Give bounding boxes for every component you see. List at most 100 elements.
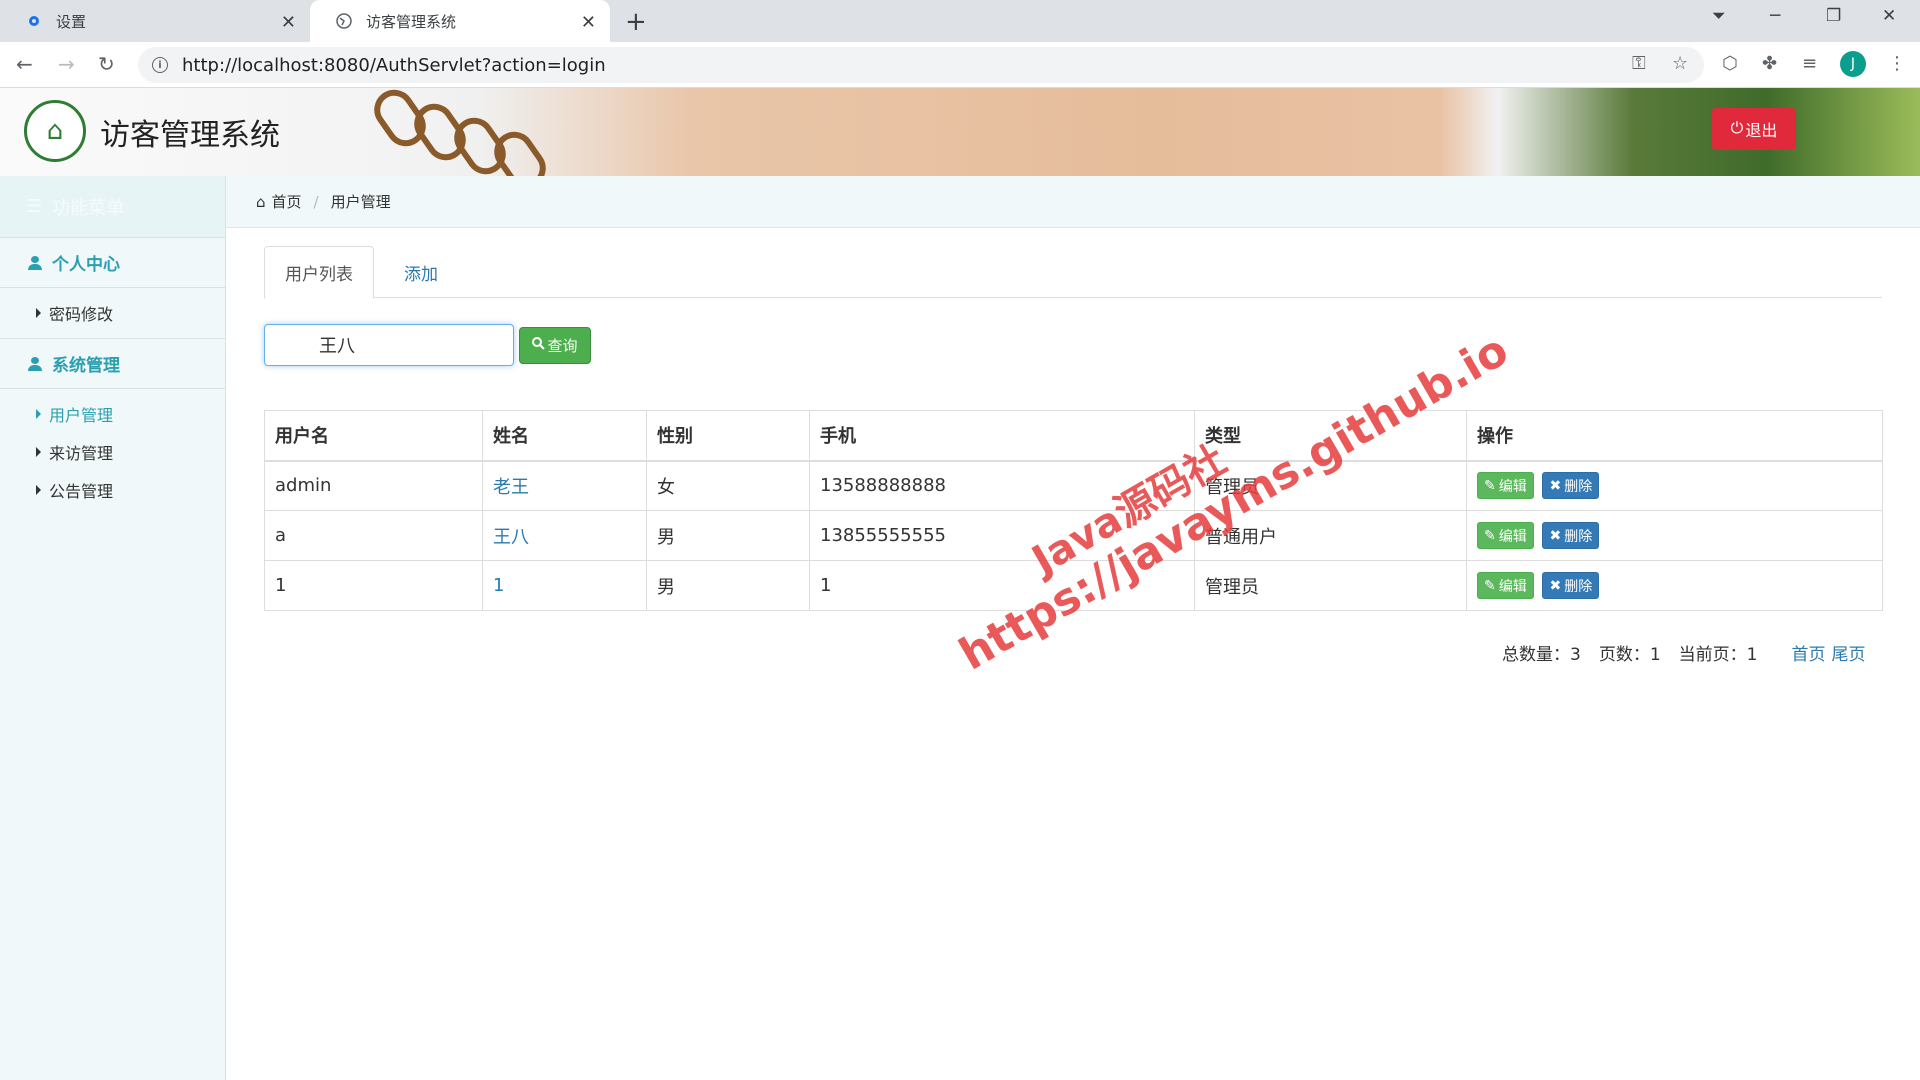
search-button[interactable]: 查询 bbox=[519, 327, 591, 364]
reload-icon[interactable]: ↻ bbox=[98, 52, 115, 76]
search-input[interactable] bbox=[264, 324, 514, 366]
tab-add[interactable]: 添加 bbox=[376, 246, 466, 299]
cell-name-link[interactable]: 王八 bbox=[482, 510, 647, 561]
sidebar-list: 密码修改 bbox=[0, 288, 225, 339]
close-icon[interactable]: ✕ bbox=[281, 12, 296, 33]
search-button-label: 查询 bbox=[547, 338, 578, 355]
user-icon bbox=[28, 356, 42, 371]
caret-right-icon bbox=[36, 409, 41, 419]
pencil-icon: ✎ bbox=[1484, 577, 1496, 594]
sidebar-item-notices[interactable]: 公告管理 bbox=[0, 471, 225, 509]
pagination-total: 总数量：3 bbox=[1502, 645, 1581, 665]
back-icon[interactable]: ← bbox=[16, 52, 33, 76]
table-row: 1 1 男 1 管理员 ✎ 编辑 ✖ 删除 bbox=[264, 560, 1883, 611]
app-header: ⌂ 访客管理系统 ⏻ 退出 bbox=[0, 88, 1920, 176]
puzzle-icon[interactable]: ✤ bbox=[1762, 53, 1777, 74]
new-tab-icon[interactable]: + bbox=[625, 7, 647, 37]
cell-gender: 男 bbox=[646, 560, 810, 611]
sidebar-item-label: 来访管理 bbox=[49, 444, 114, 463]
tab-user-list[interactable]: 用户列表 bbox=[264, 246, 374, 299]
table-row: a 王八 男 13855555555 普通用户 ✎ 编辑 ✖ 删除 bbox=[264, 510, 1883, 561]
sidebar-group-label: 系统管理 bbox=[52, 356, 120, 376]
logout-button[interactable]: ⏻ 退出 bbox=[1712, 108, 1796, 150]
delete-button[interactable]: ✖ 删除 bbox=[1542, 522, 1600, 549]
info-icon[interactable]: i bbox=[152, 57, 168, 73]
breadcrumb-separator: / bbox=[313, 192, 319, 211]
cell-username: admin bbox=[264, 460, 483, 511]
pagination-pages: 页数：1 bbox=[1598, 645, 1661, 665]
column-header: 姓名 bbox=[482, 410, 647, 462]
remove-icon: ✖ bbox=[1549, 477, 1562, 494]
gear-icon bbox=[26, 13, 42, 29]
forward-icon[interactable]: → bbox=[58, 52, 75, 76]
column-header: 手机 bbox=[809, 410, 1195, 462]
column-header: 性别 bbox=[646, 410, 810, 462]
logo-icon: ⌂ bbox=[24, 100, 86, 162]
edit-label: 编辑 bbox=[1498, 478, 1527, 495]
cell-gender: 男 bbox=[646, 510, 810, 561]
window-close-icon[interactable]: ✕ bbox=[1882, 6, 1896, 26]
app-title: 访客管理系统 bbox=[100, 118, 280, 153]
browser-tab-settings[interactable]: 设置 ✕ bbox=[0, 0, 310, 42]
pagination-first-link[interactable]: 首页 bbox=[1791, 640, 1825, 665]
edit-button[interactable]: ✎ 编辑 bbox=[1477, 472, 1534, 500]
cell-name-link[interactable]: 1 bbox=[482, 560, 647, 611]
browser-tab-title: 访客管理系统 bbox=[366, 12, 457, 31]
sidebar-group-label: 个人中心 bbox=[52, 255, 120, 275]
sidebar-item-label: 用户管理 bbox=[49, 406, 114, 425]
browser-tab-app[interactable]: 访客管理系统 ✕ bbox=[310, 0, 610, 42]
pagination-last-link[interactable]: 尾页 bbox=[1831, 640, 1865, 665]
column-header: 用户名 bbox=[264, 410, 483, 462]
user-icon bbox=[28, 255, 42, 270]
edit-label: 编辑 bbox=[1498, 528, 1527, 545]
sidebar-item-password[interactable]: 密码修改 bbox=[0, 294, 225, 332]
sidebar-group-system[interactable]: 系统管理 bbox=[0, 339, 225, 389]
delete-label: 删除 bbox=[1564, 528, 1593, 545]
cell-phone: 1 bbox=[809, 560, 1195, 611]
pencil-icon: ✎ bbox=[1484, 477, 1496, 494]
sidebar-item-label: 公告管理 bbox=[49, 482, 114, 501]
tab-search-icon[interactable]: ⏷ bbox=[1712, 6, 1726, 26]
sidebar-item-label: 密码修改 bbox=[49, 305, 114, 324]
sidebar-item-users[interactable]: 用户管理 bbox=[0, 395, 225, 433]
cell-username: 1 bbox=[264, 560, 483, 611]
profile-avatar[interactable]: J bbox=[1840, 51, 1866, 77]
sidebar-header: ☰ 功能菜单 bbox=[0, 176, 225, 238]
browser-toolbar: ← → ↻ i http://localhost:8080/AuthServle… bbox=[0, 42, 1920, 88]
column-header: 操作 bbox=[1466, 410, 1883, 462]
sidebar-group-personal[interactable]: 个人中心 bbox=[0, 238, 225, 288]
media-icon[interactable]: ≡ bbox=[1802, 53, 1817, 74]
cell-actions: ✎ 编辑 ✖ 删除 bbox=[1466, 510, 1883, 561]
close-icon[interactable]: ✕ bbox=[581, 12, 596, 33]
delete-label: 删除 bbox=[1564, 478, 1593, 495]
breadcrumb-current: 用户管理 bbox=[330, 193, 391, 211]
extension-icon[interactable]: ⬡ bbox=[1722, 53, 1738, 74]
sidebar: ☰ 功能菜单 个人中心 密码修改 系统管理 用户管理 来访管理 公告管理 bbox=[0, 176, 226, 1080]
content-tabs: 用户列表 添加 bbox=[264, 246, 1882, 299]
menu-bars-icon: ☰ bbox=[26, 196, 43, 217]
address-bar[interactable]: i http://localhost:8080/AuthServlet?acti… bbox=[138, 47, 1704, 83]
star-icon[interactable]: ☆ bbox=[1672, 53, 1688, 74]
sidebar-item-visits[interactable]: 来访管理 bbox=[0, 433, 225, 471]
key-icon[interactable]: ⚿ bbox=[1632, 53, 1646, 74]
cell-type: 普通用户 bbox=[1194, 510, 1467, 561]
browser-tab-title: 设置 bbox=[56, 12, 87, 31]
search-icon bbox=[532, 337, 546, 354]
sidebar-header-label: 功能菜单 bbox=[52, 197, 125, 219]
delete-label: 删除 bbox=[1564, 578, 1593, 595]
restore-icon[interactable]: ❐ bbox=[1826, 6, 1841, 26]
minimize-icon[interactable]: ─ bbox=[1770, 6, 1780, 26]
caret-right-icon bbox=[36, 308, 41, 318]
cell-gender: 女 bbox=[646, 460, 810, 511]
cell-actions: ✎ 编辑 ✖ 删除 bbox=[1466, 460, 1883, 511]
delete-button[interactable]: ✖ 删除 bbox=[1542, 572, 1600, 599]
menu-icon[interactable]: ⋮ bbox=[1888, 53, 1906, 74]
cell-name-link[interactable]: 老王 bbox=[482, 460, 647, 511]
caret-right-icon bbox=[36, 485, 41, 495]
column-header: 类型 bbox=[1194, 410, 1467, 462]
delete-button[interactable]: ✖ 删除 bbox=[1542, 472, 1600, 500]
remove-icon: ✖ bbox=[1549, 527, 1562, 544]
breadcrumb-home[interactable]: 首页 bbox=[272, 191, 302, 212]
edit-button[interactable]: ✎ 编辑 bbox=[1477, 522, 1534, 549]
edit-button[interactable]: ✎ 编辑 bbox=[1477, 572, 1534, 599]
